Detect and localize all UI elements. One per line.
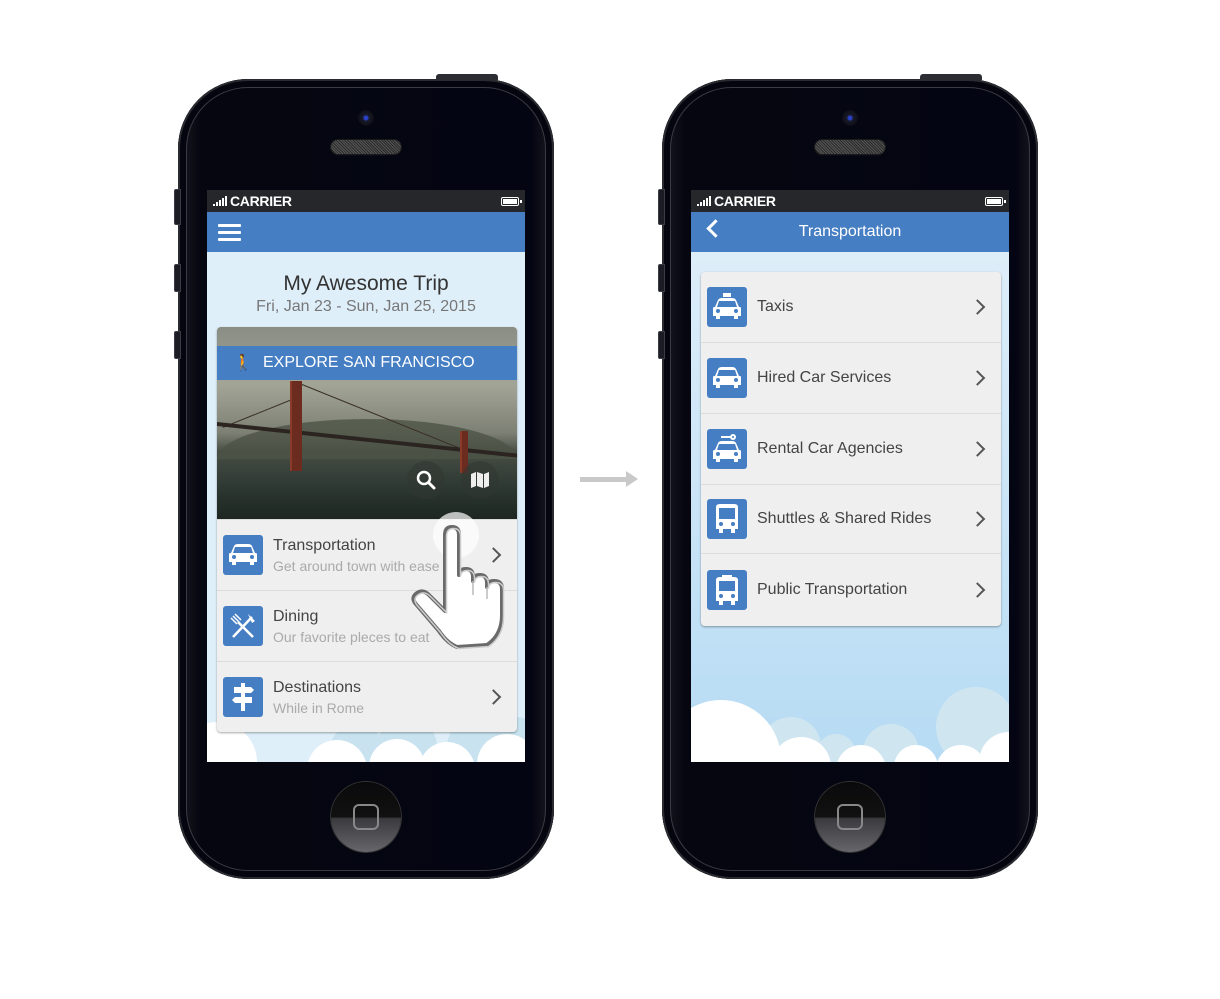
explore-banner[interactable]: 🚶 EXPLORE SAN FRANCISCO	[217, 346, 517, 380]
status-bar: CARRIER	[207, 190, 525, 212]
public-bus-icon	[707, 570, 747, 610]
battery-icon	[985, 196, 1006, 206]
search-button[interactable]	[407, 461, 445, 499]
front-camera	[358, 110, 374, 126]
fork-knife-icon	[223, 606, 263, 646]
taxi-icon	[707, 287, 747, 327]
list-item-public-transportation[interactable]: Public Transportation	[701, 553, 1001, 626]
menu-item-destinations[interactable]: Destinations While in Rome	[217, 661, 517, 732]
power-button	[920, 74, 982, 80]
list-item-taxis[interactable]: Taxis	[701, 272, 1001, 342]
right-arrow-icon	[580, 471, 638, 487]
earpiece-speaker	[815, 140, 885, 154]
menu-item-title: Destinations	[273, 678, 362, 696]
mute-switch	[174, 189, 181, 225]
clouds-decoration	[691, 687, 1009, 762]
golden-gate-bridge-photo[interactable]: 🚶 EXPLORE SAN FRANCISCO	[217, 327, 517, 519]
screen-trip-home: CARRIER My Awesome Trip Fri, Jan 23 - Su…	[207, 190, 525, 762]
list-item-title: Taxis	[757, 298, 794, 315]
map-icon	[471, 472, 489, 488]
navbar: Transportation	[691, 212, 1009, 252]
earpiece-speaker	[331, 140, 401, 154]
rental-car-key-icon	[707, 429, 747, 469]
list-item-hired-car-services[interactable]: Hired Car Services	[701, 342, 1001, 413]
page-title: Transportation	[798, 223, 902, 240]
signal-icon	[697, 196, 711, 206]
map-button[interactable]	[461, 461, 499, 499]
walking-person-icon: 🚶	[233, 355, 253, 372]
shuttle-bus-icon	[707, 499, 747, 539]
volume-down-button	[174, 331, 181, 359]
volume-up-button	[658, 264, 665, 292]
phone-right: CARRIER Transportation Taxis Hired Car S…	[658, 74, 1038, 879]
hamburger-menu-icon[interactable]	[218, 223, 241, 241]
search-icon	[416, 470, 436, 490]
menu-item-title: Dining	[273, 607, 319, 625]
list-item-title: Public Transportation	[757, 581, 908, 598]
carrier-label: CARRIER	[230, 193, 292, 209]
explore-label: EXPLORE SAN FRANCISCO	[263, 354, 475, 371]
chevron-right-icon	[969, 582, 986, 598]
battery-icon	[501, 196, 522, 206]
power-button	[436, 74, 498, 80]
status-bar: CARRIER	[691, 190, 1009, 212]
transportation-list: Taxis Hired Car Services Rental Car Agen…	[701, 272, 1001, 626]
volume-down-button	[658, 331, 665, 359]
signal-icon	[213, 196, 227, 206]
home-button[interactable]	[331, 782, 401, 852]
mute-switch	[658, 189, 665, 225]
screen-transportation: CARRIER Transportation Taxis Hired Car S…	[691, 190, 1009, 762]
home-button[interactable]	[815, 782, 885, 852]
navbar	[207, 212, 525, 252]
hand-pointer-icon	[411, 525, 505, 650]
list-item-title: Shuttles & Shared Rides	[757, 510, 932, 527]
trip-title: My Awesome Trip	[283, 272, 449, 295]
chevron-right-icon	[485, 689, 502, 705]
trip-dates: Fri, Jan 23 - Sun, Jan 25, 2015	[256, 298, 476, 315]
front-camera	[842, 110, 858, 126]
chevron-right-icon	[969, 299, 986, 315]
list-item-shuttles[interactable]: Shuttles & Shared Rides	[701, 484, 1001, 553]
list-item-title: Rental Car Agencies	[757, 440, 903, 457]
car-icon	[223, 535, 263, 575]
menu-item-subtitle: While in Rome	[273, 699, 365, 716]
chevron-right-icon	[969, 370, 986, 386]
volume-up-button	[174, 264, 181, 292]
list-item-title: Hired Car Services	[757, 369, 892, 386]
carrier-label: CARRIER	[714, 193, 776, 209]
signpost-icon	[223, 677, 263, 717]
chevron-right-icon	[969, 441, 986, 457]
menu-item-subtitle: Our favorite pleces to eat	[273, 628, 430, 645]
car-icon	[707, 358, 747, 398]
phone-left: CARRIER My Awesome Trip Fri, Jan 23 - Su…	[174, 74, 554, 879]
chevron-right-icon	[969, 511, 986, 527]
list-item-rental-car-agencies[interactable]: Rental Car Agencies	[701, 413, 1001, 484]
